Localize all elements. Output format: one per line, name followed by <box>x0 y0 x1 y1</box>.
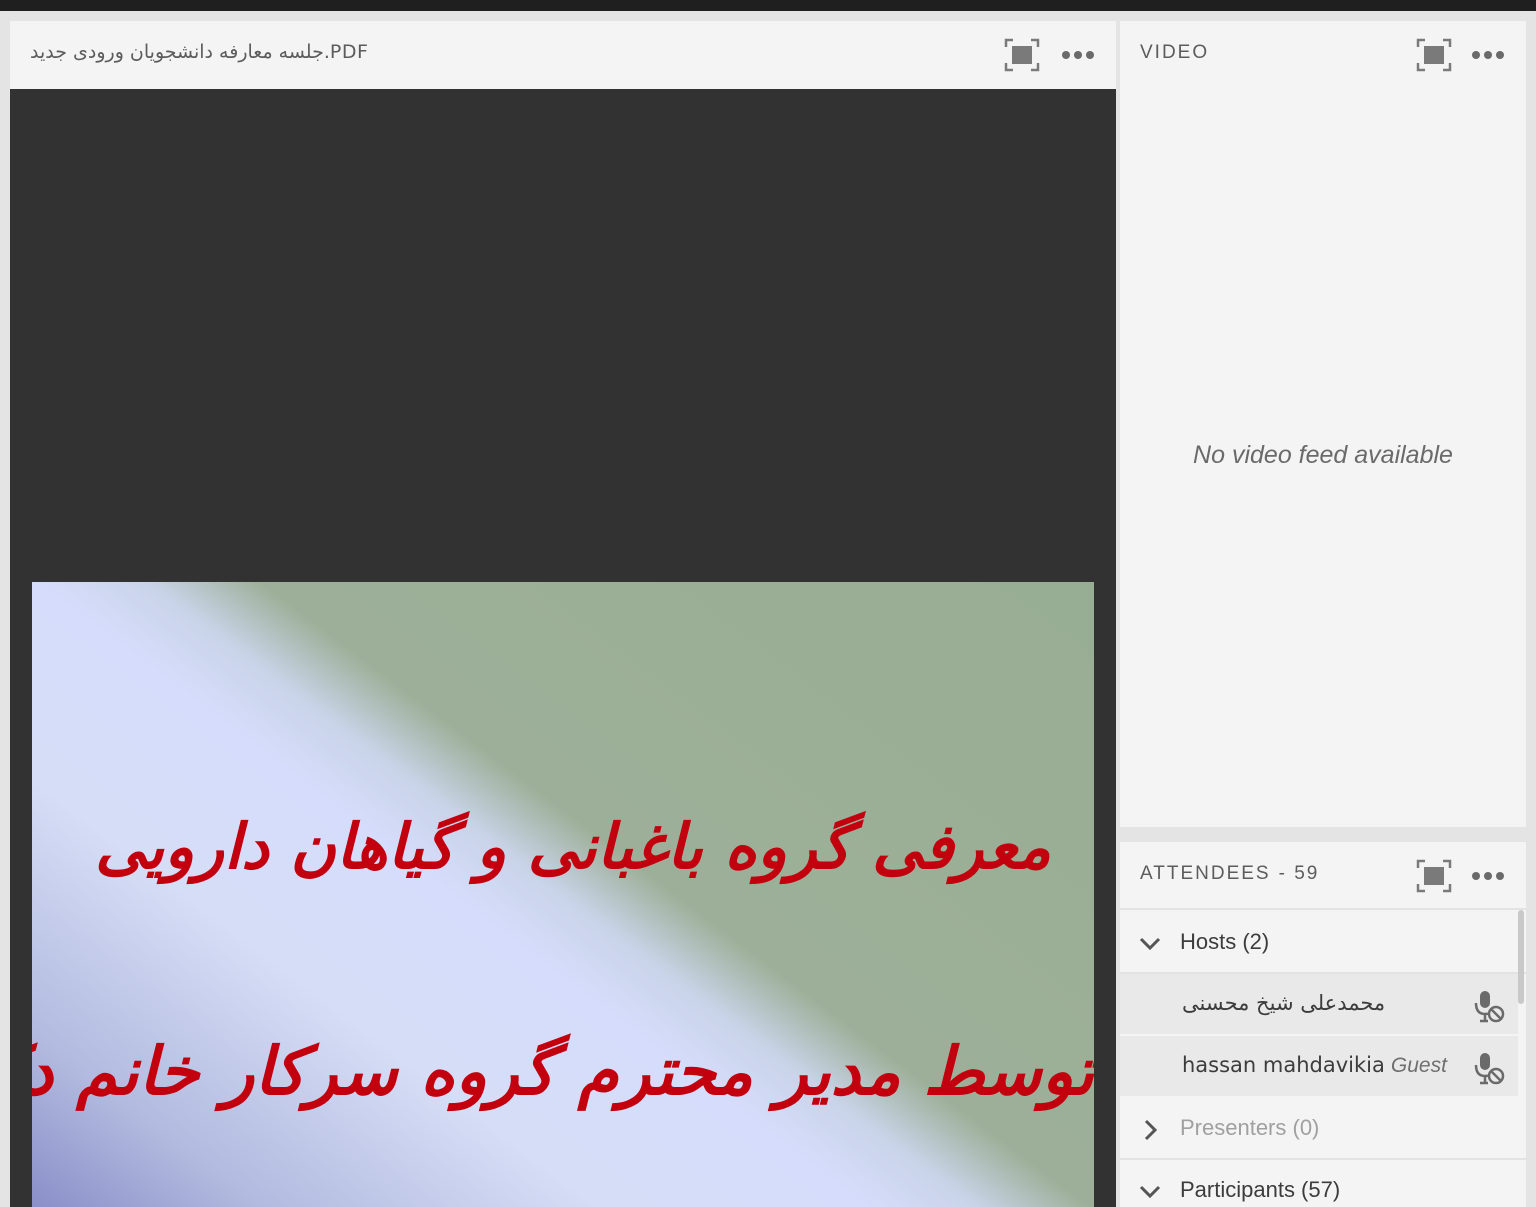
slide-heading-line-2: توسط مدیر محترم گروه سرکار خانم دکتر فتح… <box>32 1032 1094 1110</box>
attendees-label: ATTENDEES <box>1140 863 1271 884</box>
group-presenters[interactable]: Presenters (0) <box>1120 1098 1526 1160</box>
group-label: Presenters (0) <box>1180 1115 1320 1140</box>
more-options-icon[interactable] <box>1470 38 1506 72</box>
share-pod-header: جلسه معارفه دانشجویان ورودی جدید.PDF <box>10 21 1116 89</box>
document-title: جلسه معارفه دانشجویان ورودی جدید.PDF <box>30 41 369 63</box>
video-pod-title: VIDEO <box>1140 42 1210 63</box>
group-participants[interactable]: Participants (57) <box>1120 1160 1526 1207</box>
more-options-icon[interactable] <box>1470 859 1506 893</box>
maximize-icon[interactable] <box>1416 859 1452 893</box>
attendee-row[interactable]: محمدعلی شیخ محسنی <box>1120 974 1518 1036</box>
chevron-down-icon <box>1139 1185 1161 1199</box>
more-options-icon[interactable] <box>1060 38 1096 72</box>
group-label: Participants (57) <box>1180 1177 1341 1202</box>
attendee-count: - 59 <box>1278 863 1320 884</box>
attendees-scrollbar[interactable] <box>1518 910 1524 1004</box>
attendee-role: Guest <box>1390 1054 1447 1077</box>
share-pod: جلسه معارفه دانشجویان ورودی جدید.PDF معر… <box>10 21 1116 1207</box>
group-hosts[interactable]: Hosts (2) <box>1120 912 1526 974</box>
attendees-title: ATTENDEES - 59 <box>1140 863 1319 885</box>
slide-heading-line-1: معرفی گروه باغبانی و گیاهان دارویی <box>95 810 1051 883</box>
attendee-name-line: hassan mahdavikia Guest <box>1182 1053 1447 1078</box>
attendee-name: hassan mahdavikia <box>1182 1053 1385 1077</box>
group-label: Hosts (2) <box>1180 929 1270 954</box>
top-bar <box>0 0 1536 11</box>
attendee-name: محمدعلی شیخ محسنی <box>1182 991 1386 1015</box>
attendees-pod: ATTENDEES - 59 Hosts (2) محمدعلی شیخ محسن… <box>1120 842 1526 1207</box>
chevron-down-icon <box>1139 937 1161 951</box>
video-pod: VIDEO No video feed available <box>1120 21 1526 827</box>
mic-disabled-icon[interactable] <box>1470 1050 1506 1086</box>
pdf-slide: معرفی گروه باغبانی و گیاهان دارویی توسط … <box>32 582 1094 1207</box>
maximize-icon[interactable] <box>1416 38 1452 72</box>
chevron-right-icon <box>1144 1119 1158 1141</box>
no-video-message: No video feed available <box>1193 441 1453 469</box>
attendees-header: ATTENDEES - 59 <box>1120 842 1526 910</box>
mic-disabled-icon[interactable] <box>1470 988 1506 1024</box>
attendee-row[interactable]: hassan mahdavikia Guest <box>1120 1036 1518 1098</box>
maximize-icon[interactable] <box>1004 38 1040 72</box>
